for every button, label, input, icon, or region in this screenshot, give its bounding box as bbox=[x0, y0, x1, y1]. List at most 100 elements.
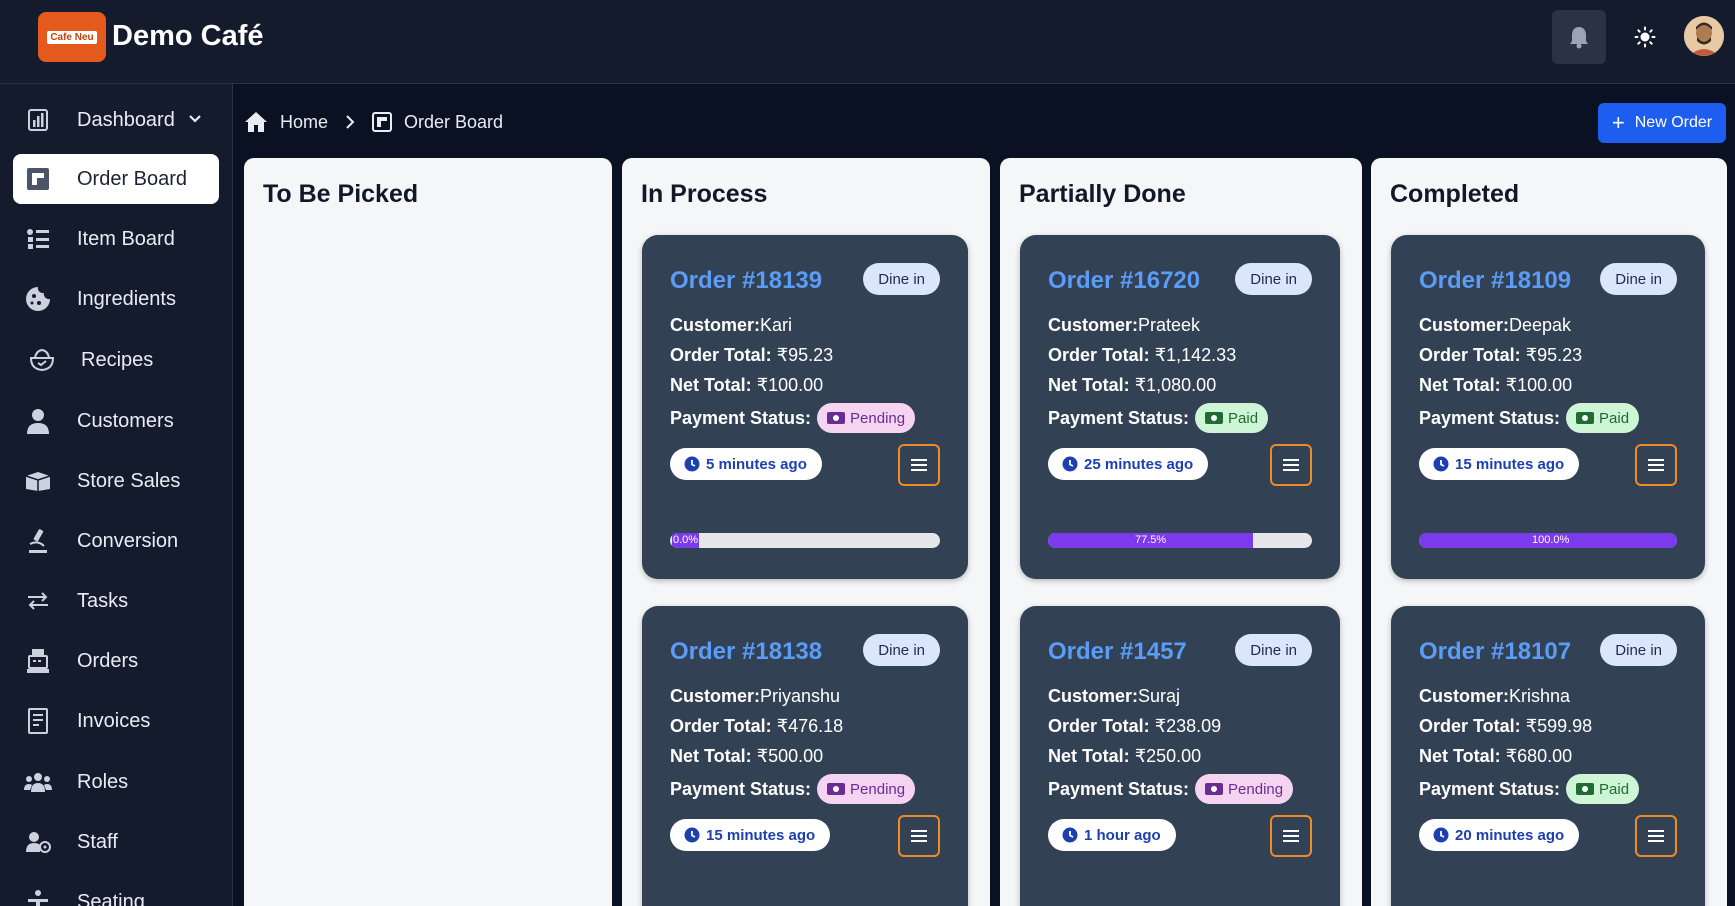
person-icon bbox=[23, 406, 53, 436]
order-number[interactable]: Order #1457 bbox=[1048, 638, 1187, 666]
net-total-value: ₹100.00 bbox=[756, 375, 824, 395]
customer-name: Priyanshu bbox=[760, 686, 841, 706]
board-icon bbox=[372, 112, 393, 132]
chart-icon bbox=[23, 105, 53, 135]
order-menu-button[interactable] bbox=[898, 444, 940, 486]
menu-icon bbox=[911, 830, 927, 842]
order-menu-button[interactable] bbox=[1635, 444, 1677, 486]
column-title: In Process bbox=[641, 180, 768, 208]
payment-status-badge: Pending bbox=[1195, 774, 1294, 804]
order-menu-button[interactable] bbox=[1270, 444, 1312, 486]
order-total-line: Order Total: ₹95.23 bbox=[1419, 345, 1583, 365]
sidebar-item-dashboard[interactable]: Dashboard bbox=[13, 95, 219, 145]
order-total-value: ₹238.09 bbox=[1154, 716, 1222, 736]
time-elapsed-badge: 15 minutes ago bbox=[1419, 448, 1580, 480]
order-card[interactable]: Order #18107 Dine in Customer:Krishna Order… bbox=[1391, 606, 1705, 906]
customer-name: Krishna bbox=[1509, 686, 1571, 706]
net-total-value: ₹1,080.00 bbox=[1134, 375, 1217, 395]
net-total-value: ₹250.00 bbox=[1134, 746, 1202, 766]
customer-line: Customer:Priyanshu bbox=[670, 686, 841, 706]
sidebar-item-staff[interactable]: Staff bbox=[13, 817, 219, 867]
theme-toggle-button[interactable] bbox=[1628, 20, 1662, 54]
sidebar-item-customers[interactable]: Customers bbox=[13, 396, 219, 446]
sidebar-item-invoices[interactable]: Invoices bbox=[13, 696, 219, 746]
customer-line: Customer:Prateek bbox=[1048, 315, 1201, 335]
order-number[interactable]: Order #16720 bbox=[1048, 267, 1200, 295]
order-number[interactable]: Order #18138 bbox=[670, 638, 822, 666]
order-total-line: Order Total: ₹476.18 bbox=[670, 716, 844, 736]
sidebar-item-order-board[interactable]: Order Board bbox=[13, 154, 219, 204]
net-total-line: Net Total: ₹500.00 bbox=[670, 746, 824, 766]
customer-name: Deepak bbox=[1509, 315, 1572, 335]
order-total-line: Order Total: ₹238.09 bbox=[1048, 716, 1222, 736]
order-total-value: ₹476.18 bbox=[776, 716, 844, 736]
sidebar-item-orders[interactable]: Orders bbox=[13, 636, 219, 686]
progress-label: 0.0% bbox=[672, 533, 700, 548]
order-progress-bar: 0.0% bbox=[670, 533, 940, 548]
register-icon bbox=[23, 646, 53, 676]
cafe-logo[interactable]: Cafe Neu bbox=[38, 12, 106, 62]
net-total-line: Net Total: ₹100.00 bbox=[1419, 375, 1573, 395]
net-total-value: ₹500.00 bbox=[756, 746, 824, 766]
sidebar-item-item-board[interactable]: Item Board bbox=[13, 214, 219, 264]
payment-status-line: Payment Status: Paid bbox=[1419, 403, 1640, 433]
net-total-line: Net Total: ₹1,080.00 bbox=[1048, 375, 1217, 395]
column-3: Completed Order #18109 Dine in Customer:Dee… bbox=[1371, 158, 1727, 906]
payment-status-badge: Pending bbox=[817, 774, 916, 804]
column-title: Partially Done bbox=[1019, 180, 1186, 208]
order-number[interactable]: Order #18107 bbox=[1419, 638, 1571, 666]
new-order-button[interactable]: + New Order bbox=[1598, 103, 1726, 143]
order-total-value: ₹95.23 bbox=[1525, 345, 1583, 365]
sidebar-item-roles[interactable]: Roles bbox=[13, 757, 219, 807]
clock-icon bbox=[1433, 827, 1449, 843]
seating-icon bbox=[23, 887, 53, 906]
clock-icon bbox=[684, 456, 700, 472]
order-type-badge: Dine in bbox=[863, 634, 940, 666]
order-total-line: Order Total: ₹95.23 bbox=[670, 345, 834, 365]
sidebar-item-ingredients[interactable]: Ingredients bbox=[13, 274, 219, 324]
payment-status-badge: Paid bbox=[1566, 403, 1640, 433]
order-menu-button[interactable] bbox=[898, 815, 940, 857]
order-total-line: Order Total: ₹1,142.33 bbox=[1048, 345, 1237, 365]
cash-icon bbox=[827, 783, 846, 795]
payment-status-line: Payment Status: Paid bbox=[1048, 403, 1269, 433]
order-menu-button[interactable] bbox=[1270, 815, 1312, 857]
time-elapsed-badge: 15 minutes ago bbox=[670, 819, 831, 851]
microscope-icon bbox=[23, 526, 53, 556]
sidebar-item-seating[interactable]: Seating bbox=[13, 877, 219, 906]
order-number[interactable]: Order #18109 bbox=[1419, 267, 1571, 295]
sidebar-item-recipes[interactable]: Recipes bbox=[13, 335, 219, 385]
notifications-button[interactable] bbox=[1552, 10, 1606, 64]
order-menu-button[interactable] bbox=[1635, 815, 1677, 857]
bowl-icon bbox=[27, 345, 57, 375]
receipt-icon bbox=[23, 706, 53, 736]
payment-status-badge: Paid bbox=[1566, 774, 1640, 804]
sidebar-item-conversion[interactable]: Conversion bbox=[13, 516, 219, 566]
payment-status-line: Payment Status: Pending bbox=[670, 774, 916, 804]
order-card[interactable]: Order #1457 Dine in Customer:Suraj Order To… bbox=[1020, 606, 1340, 906]
menu-icon bbox=[1648, 459, 1664, 471]
avatar-image bbox=[1684, 16, 1724, 56]
sidebar-item-tasks[interactable]: Tasks bbox=[13, 576, 219, 626]
order-card[interactable]: Order #18109 Dine in Customer:Deepak Order … bbox=[1391, 235, 1705, 579]
user-avatar[interactable] bbox=[1684, 16, 1724, 56]
payment-status-line: Payment Status: Paid bbox=[1419, 774, 1640, 804]
breadcrumb-home[interactable]: Home bbox=[244, 111, 328, 133]
order-number[interactable]: Order #18139 bbox=[670, 267, 822, 295]
customer-line: Customer:Kari bbox=[670, 315, 793, 335]
clock-icon bbox=[684, 827, 700, 843]
menu-icon bbox=[1283, 459, 1299, 471]
customer-name: Prateek bbox=[1138, 315, 1201, 335]
sidebar-item-store-sales[interactable]: Store Sales bbox=[13, 456, 219, 506]
breadcrumb: Home Order Board bbox=[244, 108, 503, 136]
order-progress-bar: 100.0% bbox=[1419, 533, 1677, 548]
order-type-badge: Dine in bbox=[1600, 263, 1677, 295]
cookie-icon bbox=[23, 284, 53, 314]
order-card[interactable]: Order #18138 Dine in Customer:Priyanshu Ord… bbox=[642, 606, 968, 906]
order-card[interactable]: Order #16720 Dine in Customer:Prateek Order… bbox=[1020, 235, 1340, 579]
plus-icon: + bbox=[1611, 110, 1625, 135]
list-icon bbox=[23, 224, 53, 254]
customer-line: Customer:Suraj bbox=[1048, 686, 1181, 706]
customer-name: Suraj bbox=[1138, 686, 1181, 706]
order-card[interactable]: Order #18139 Dine in Customer:Kari Order To… bbox=[642, 235, 968, 579]
